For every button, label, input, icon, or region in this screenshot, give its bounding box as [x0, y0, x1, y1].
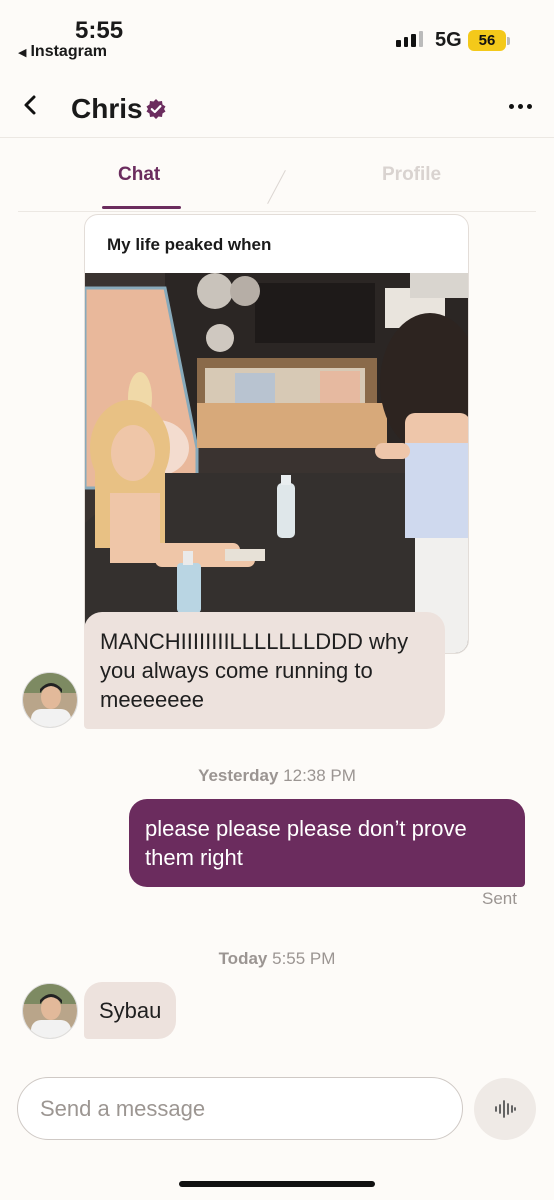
verified-badge-icon — [146, 99, 166, 119]
avatar[interactable] — [22, 983, 78, 1039]
incoming-message[interactable]: Sybau — [84, 982, 177, 1039]
back-to-app-link[interactable]: ◀ Instagram — [18, 43, 107, 61]
prompt-card-title: My life peaked when — [107, 235, 272, 254]
outgoing-message[interactable]: please please please don’t prove them ri… — [129, 799, 525, 887]
message-input[interactable] — [40, 1093, 440, 1125]
timestamp: Yesterday 12:38 PM — [0, 766, 554, 786]
timestamp: Today 5:55 PM — [0, 949, 554, 969]
voice-message-button[interactable] — [474, 1078, 536, 1140]
battery-level: 56 — [468, 30, 506, 51]
voice-waveform-icon — [495, 1100, 516, 1118]
network-type: 5G — [435, 29, 462, 51]
status-time: 5:55 — [75, 17, 124, 44]
back-app-label: Instagram — [30, 43, 107, 60]
timestamp-time: 12:38 PM — [283, 766, 356, 785]
message-status: Sent — [482, 889, 517, 908]
avatar[interactable] — [22, 672, 78, 728]
back-triangle-icon: ◀ — [18, 46, 27, 59]
prompt-photo — [85, 273, 468, 653]
tab-chat[interactable]: Chat — [118, 164, 160, 186]
status-bar: 5:55 ◀ Instagram 5G 56 — [0, 0, 554, 70]
battery-tip — [507, 37, 510, 45]
tab-divider — [267, 169, 286, 205]
message-composer — [17, 1077, 463, 1140]
home-indicator[interactable] — [179, 1181, 375, 1187]
timestamp-day: Yesterday — [198, 766, 279, 785]
incoming-message[interactable]: MANCHIIIIIIIILLLLLLLDDD why you always c… — [84, 612, 445, 729]
active-tab-indicator — [102, 206, 181, 209]
timestamp-day: Today — [218, 949, 268, 968]
chevron-left-icon[interactable] — [18, 92, 44, 118]
tab-bar: Chat Profile — [18, 140, 536, 212]
tab-profile[interactable]: Profile — [382, 164, 441, 186]
timestamp-time: 5:55 PM — [272, 949, 336, 968]
prompt-card[interactable]: My life peaked when — [84, 214, 469, 654]
more-horizontal-icon[interactable] — [509, 104, 532, 109]
chat-header: Chris — [0, 78, 554, 138]
signal-icon — [396, 31, 423, 47]
contact-name[interactable]: Chris — [71, 93, 143, 125]
